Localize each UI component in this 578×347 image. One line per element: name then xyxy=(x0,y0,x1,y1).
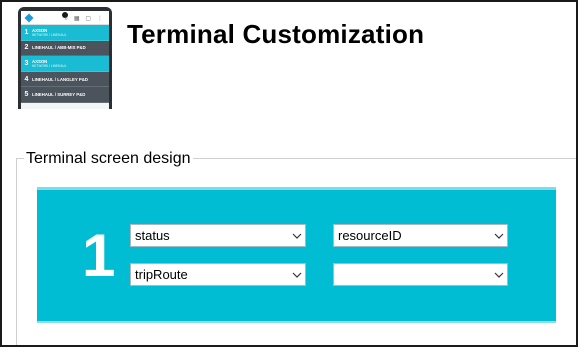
phone-list-item: 4 LINEHAUL / LANGLEY P&D xyxy=(21,71,109,88)
phone-item-subtitle: NETWORK / LINEHAUL xyxy=(32,32,67,37)
field-2-select[interactable]: resourceID xyxy=(333,224,508,247)
phone-item-number: 3 xyxy=(24,59,29,67)
field-1-value: status xyxy=(135,228,170,243)
phone-list-item: 1 AXSON NETWORK / LINEHAUL xyxy=(21,25,109,41)
field-3-select[interactable]: tripRoute xyxy=(130,263,306,286)
phone-item-number: 2 xyxy=(24,44,29,52)
app-logo-icon xyxy=(24,13,34,23)
toolbar-icons: ⌕ ▦ ▢ ⋮ xyxy=(64,15,105,22)
phone-item-number: 1 xyxy=(24,28,29,36)
row-number: 1 xyxy=(82,222,116,289)
phone-item-subtitle: NETWORK / LINEHAUL xyxy=(32,63,67,68)
phone-list-item: 5 LINEHAUL / SURREY P&D xyxy=(21,87,109,103)
phone-item-text: LINEHAUL / ABB-MIS P&D xyxy=(32,45,86,50)
field-2-value: resourceID xyxy=(338,228,402,243)
phone-screen: ⌕ ▦ ▢ ⋮ 1 AXSON NETWORK / LINEHAUL 2 LINEHAU… xyxy=(21,11,109,109)
page-title: Terminal Customization xyxy=(127,19,425,49)
chevron-down-icon xyxy=(289,225,305,246)
chevron-down-icon xyxy=(491,225,507,246)
phone-item-text: AXSON NETWORK / LINEHAUL xyxy=(32,28,67,37)
phone-toolbar: ⌕ ▦ ▢ ⋮ xyxy=(21,11,109,25)
phone-list: 1 AXSON NETWORK / LINEHAUL 2 LINEHAUL / ABB-… xyxy=(21,25,109,103)
phone-list-item: 3 AXSON NETWORK / LINEHAUL xyxy=(21,56,109,72)
phone-item-title: LINEHAUL / SURREY P&D xyxy=(32,92,86,98)
fieldset-legend: Terminal screen design xyxy=(24,150,193,168)
phone-item-title: LINEHAUL / ABB-MIS P&D xyxy=(32,45,86,51)
phone-item-number: 5 xyxy=(24,91,29,99)
field-1-select[interactable]: status xyxy=(130,224,306,247)
field-4-select[interactable] xyxy=(333,263,508,286)
phone-item-text: LINEHAUL / SURREY P&D xyxy=(32,92,85,97)
chevron-down-icon xyxy=(289,264,305,285)
phone-preview: ⌕ ▦ ▢ ⋮ 1 AXSON NETWORK / LINEHAUL 2 LINEHAU… xyxy=(18,7,112,109)
phone-item-text: AXSON NETWORK / LINEHAUL xyxy=(32,59,67,68)
phone-list-item: 2 LINEHAUL / ABB-MIS P&D xyxy=(21,40,109,57)
chevron-down-icon xyxy=(491,264,507,285)
phone-item-text: LINEHAUL / LANGLEY P&D xyxy=(32,77,88,82)
phone-item-title: LINEHAUL / LANGLEY P&D xyxy=(32,76,88,82)
field-3-value: tripRoute xyxy=(135,267,188,282)
phone-item-number: 4 xyxy=(24,75,29,83)
